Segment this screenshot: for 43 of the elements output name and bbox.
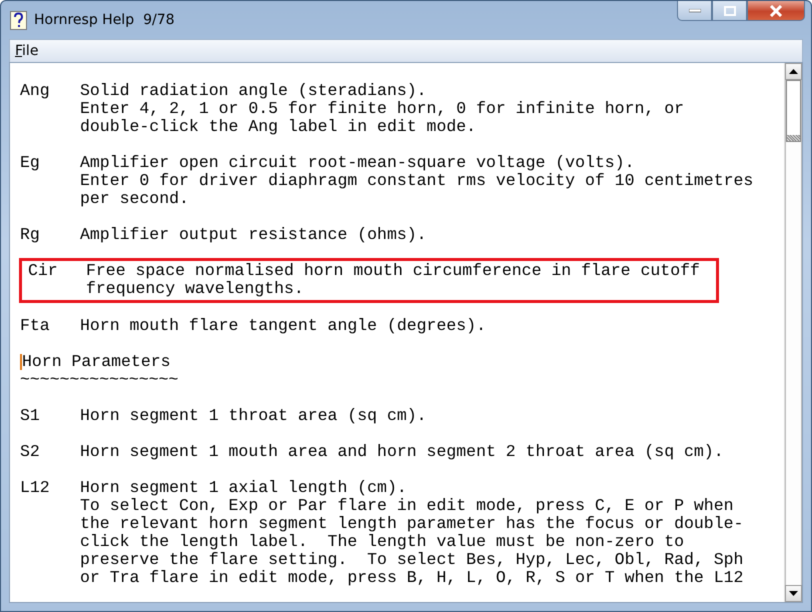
description-line: Enter 0 for driver diaphragm constant rms velocity of 10 centimetres [80, 172, 754, 190]
parameter-label: Fta [20, 317, 51, 335]
scroll-thumb[interactable] [786, 80, 801, 142]
maximize-icon [724, 6, 736, 16]
description-line: preserve the flare setting. To select Bes, Hyp, Lec, Obl, Rad, Sph [80, 551, 744, 569]
parameter-label: L12 [20, 479, 51, 499]
parameter-label: S2 [20, 443, 41, 461]
heading-underline: ~~~~~~~~~~~~~~~~ [20, 371, 180, 389]
parameter-label: Eg [20, 154, 41, 174]
section-heading: Horn Parameters [22, 353, 171, 371]
description-line: Free space normalised horn mouth circumference in flare cutoff [86, 262, 700, 280]
description-line: Horn segment 1 throat area (sq cm). [80, 407, 427, 425]
close-button[interactable] [747, 1, 805, 21]
maximize-button[interactable] [712, 1, 747, 21]
description-line: Enter 4, 2, 1 or 0.5 for finite horn, 0 for infinite horn, or [80, 100, 684, 118]
parameter-label: Rg [20, 226, 41, 244]
help-icon [10, 10, 27, 30]
menu-item[interactable]: File [10, 43, 44, 59]
description-line: double-click the Ang label in edit mode. [80, 118, 478, 136]
minimize-icon [688, 8, 700, 12]
description-line: Horn segment 1 axial length (cm). [80, 479, 408, 497]
parameter-label: S1 [20, 407, 41, 425]
description-line: Amplifier output resistance (ohms). [80, 226, 427, 244]
scroll-down-button[interactable] [785, 585, 802, 602]
close-icon [769, 4, 783, 16]
description-line: Horn mouth flare tangent angle (degrees). [80, 317, 486, 335]
page-counter: 9/78 [143, 12, 175, 28]
parameter-label: Ang [20, 82, 51, 102]
description-line: per second. [80, 190, 190, 208]
description-line: click the length label. The length value must be non-zero to [80, 533, 685, 551]
description-line: Solid radiation angle (steradians). [80, 82, 428, 100]
description-line: Amplifier open circuit root-mean-square voltage (volts). [80, 154, 636, 172]
down-arrow-icon [789, 591, 798, 596]
description-line: frequency wavelengths. [86, 280, 305, 298]
up-arrow-icon [789, 69, 798, 74]
description-line: the relevant horn segment length parameter has the focus or double- [80, 515, 744, 533]
description-line: or Tra flare in edit mode, press B, H, L, O, R, S or T when the L12 [80, 569, 744, 587]
scroll-up-button[interactable] [785, 63, 802, 80]
description-line: Horn segment 1 mouth area and horn segment 2 throat area (sq cm). [80, 443, 724, 461]
window-title: Hornresp Help [34, 12, 134, 28]
minimize-button[interactable] [677, 1, 712, 21]
description-line: To select Con, Exp or Par flare in edit mode, press C, E or P when [80, 497, 735, 515]
parameter-label: Cir [27, 262, 59, 282]
